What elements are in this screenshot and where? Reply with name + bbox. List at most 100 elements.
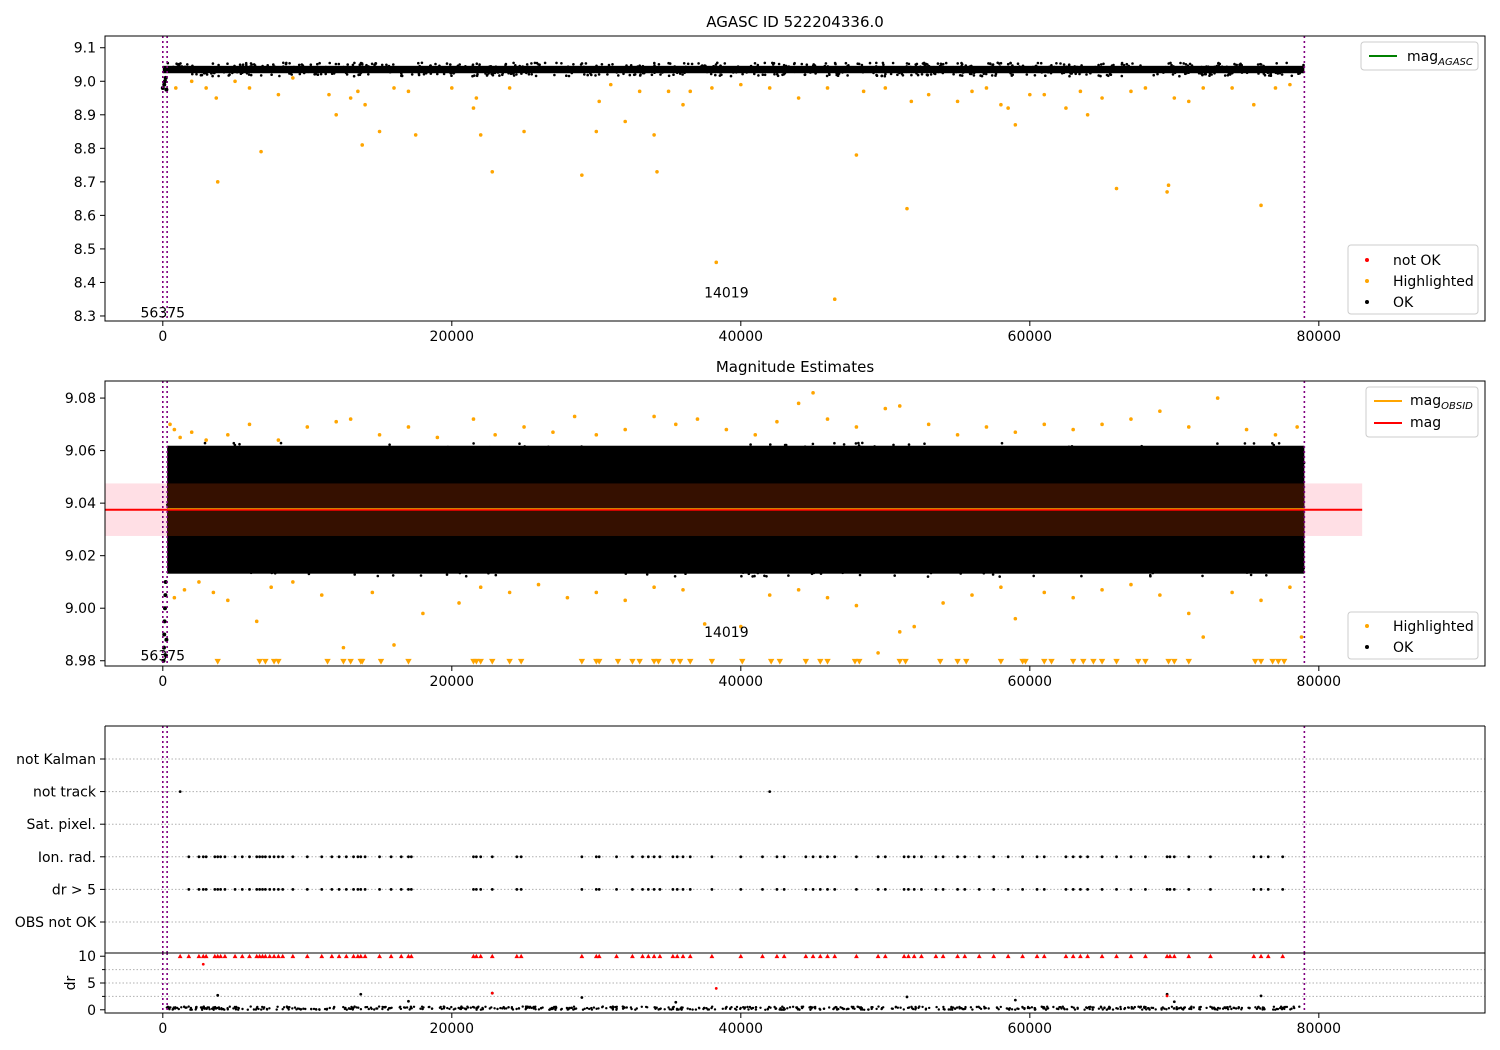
flag-point — [201, 855, 205, 859]
ok-point — [386, 70, 390, 73]
ok-point — [643, 555, 646, 559]
ok-point — [730, 475, 734, 479]
flag-point — [646, 888, 650, 891]
ok-point — [262, 450, 266, 453]
ok-point — [489, 65, 493, 68]
ok-point — [666, 475, 669, 478]
ok-point — [282, 65, 285, 68]
ok-point — [909, 65, 912, 69]
ok-point — [506, 477, 510, 481]
ok-point — [1243, 68, 1247, 71]
ok-point — [1014, 1008, 1017, 1011]
ok-point — [487, 71, 491, 74]
ok-point — [628, 73, 632, 77]
ok-point — [193, 464, 197, 468]
ok-point — [422, 72, 426, 76]
ok-point — [925, 63, 928, 66]
ok-point — [694, 69, 698, 73]
flag-point — [920, 855, 923, 859]
ok-point — [1099, 465, 1102, 469]
ok-point — [833, 559, 836, 563]
ok-point — [555, 543, 558, 547]
y-tick-label: 9.06 — [65, 444, 96, 460]
ok-point — [624, 464, 627, 468]
ok-point — [444, 564, 448, 568]
highlighted-point — [1230, 86, 1234, 90]
ok-point — [333, 71, 336, 74]
x-tick-label: 0 — [158, 329, 167, 345]
flag-point — [1064, 888, 1068, 891]
highlighted-point — [474, 96, 479, 100]
ok-point — [1199, 564, 1203, 568]
highlighted-point — [1186, 611, 1191, 616]
ok-point — [941, 447, 945, 451]
ok-point — [518, 64, 521, 68]
ok-point — [502, 1005, 505, 1009]
ok-point — [747, 572, 751, 576]
ok-point — [1269, 72, 1273, 76]
ok-point — [450, 74, 453, 77]
ok-point — [1191, 457, 1195, 460]
flag-point — [281, 888, 285, 891]
ok-point — [299, 1008, 302, 1011]
ok-point — [202, 537, 206, 540]
ok-point — [1162, 550, 1166, 553]
ok-point — [1018, 67, 1021, 70]
ok-point — [741, 571, 745, 574]
ok-point — [1044, 74, 1047, 77]
ok-point — [908, 566, 911, 569]
ok-point — [417, 72, 421, 76]
ok-point — [443, 475, 447, 478]
ok-point — [1182, 536, 1185, 539]
ok-point — [540, 1007, 543, 1010]
ok-point — [1054, 458, 1057, 462]
ok-point — [795, 1006, 798, 1009]
flag-point — [479, 855, 483, 859]
ok-point — [914, 1008, 917, 1011]
ok-point — [208, 472, 212, 476]
flag-point — [1006, 888, 1010, 891]
ok-point — [362, 459, 366, 463]
y-tick-label: 8.8 — [74, 141, 96, 157]
ok-point — [1165, 68, 1168, 71]
ok-point — [1141, 1008, 1144, 1011]
ok-point — [929, 571, 933, 575]
ok-point — [611, 70, 614, 73]
ok-point — [309, 68, 313, 71]
flag-point — [1165, 888, 1169, 891]
highlighted-point — [854, 153, 859, 157]
ok-point — [227, 566, 230, 570]
ok-point — [1010, 1008, 1014, 1011]
flag-point — [1144, 888, 1147, 891]
ok-point — [1150, 568, 1154, 572]
ok-point — [1255, 455, 1259, 459]
flag-point — [833, 888, 837, 891]
ok-point — [1033, 65, 1036, 69]
ok-point — [457, 570, 461, 574]
highlighted-point — [1186, 99, 1191, 104]
highlighted-point — [471, 417, 476, 421]
ok-point — [582, 567, 586, 571]
ok-point — [483, 450, 487, 454]
ok-point — [628, 469, 631, 472]
ok-point — [844, 548, 847, 552]
flag-point — [768, 790, 772, 793]
ok-point — [880, 453, 884, 457]
ok-point — [1079, 69, 1082, 72]
flag-point — [216, 855, 220, 859]
ok-point — [795, 68, 798, 72]
ok-point — [246, 1008, 249, 1011]
ok-point — [367, 73, 370, 76]
ok-point — [434, 62, 437, 66]
ok-point — [836, 67, 840, 70]
ok-point — [711, 69, 715, 72]
ok-point — [1121, 67, 1125, 71]
ok-point — [1209, 1005, 1212, 1008]
ok-point — [720, 67, 723, 71]
ok-point — [713, 1008, 717, 1011]
highlighted-point — [673, 422, 678, 427]
ok-point — [1185, 457, 1188, 461]
ok-point — [338, 66, 341, 70]
ok-point — [914, 476, 917, 480]
ok-point — [1039, 61, 1043, 65]
